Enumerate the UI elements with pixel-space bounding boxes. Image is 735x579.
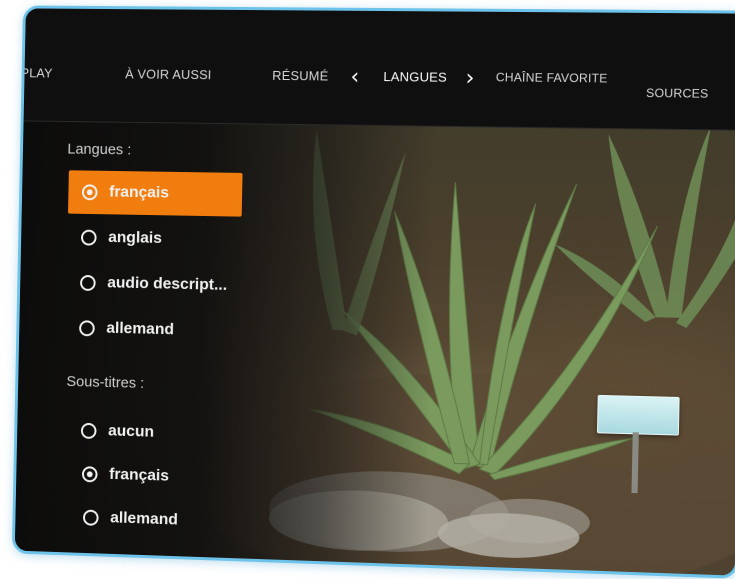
radio-checked-icon bbox=[81, 466, 98, 483]
option-label: aucun bbox=[107, 422, 155, 441]
audio-option-audio-description[interactable]: audio descript... bbox=[66, 261, 241, 308]
option-label: français bbox=[108, 183, 170, 202]
audio-option-allemand[interactable]: allemand bbox=[65, 306, 240, 354]
subtitle-option-allemand[interactable]: allemand bbox=[69, 495, 244, 544]
option-label: allemand bbox=[106, 319, 175, 339]
nav-langues[interactable]: LANGUES bbox=[383, 69, 447, 85]
nav-resume[interactable]: RÉSUMÉ bbox=[272, 68, 329, 84]
tv-screen: PLAY À VOIR AUSSI RÉSUMÉ ‹ LANGUES › CHA… bbox=[11, 5, 735, 579]
languages-heading: Langues : bbox=[67, 140, 132, 159]
audio-option-francais[interactable]: français bbox=[68, 170, 243, 217]
subtitle-option-aucun[interactable]: aucun bbox=[67, 409, 242, 457]
radio-unchecked-icon bbox=[80, 229, 97, 246]
chevron-left-icon[interactable]: ‹ bbox=[350, 65, 359, 90]
plant-label-stick bbox=[631, 432, 639, 494]
subtitle-option-francais[interactable]: français bbox=[68, 452, 243, 501]
radio-unchecked-icon bbox=[80, 422, 97, 439]
option-label: anglais bbox=[108, 229, 163, 247]
radio-unchecked-icon bbox=[79, 274, 96, 292]
option-label: audio descript... bbox=[107, 274, 228, 294]
nav-play[interactable]: PLAY bbox=[21, 65, 53, 80]
radio-unchecked-icon bbox=[79, 320, 95, 337]
subtitles-heading: Sous-titres : bbox=[66, 373, 145, 392]
chevron-right-icon[interactable]: › bbox=[465, 66, 474, 91]
audio-option-anglais[interactable]: anglais bbox=[67, 216, 242, 263]
plant-label-sign bbox=[596, 394, 680, 436]
nav-sources[interactable]: SOURCES bbox=[646, 86, 709, 101]
radio-checked-icon bbox=[81, 184, 98, 201]
option-label: français bbox=[108, 466, 170, 485]
radio-unchecked-icon bbox=[82, 509, 99, 526]
top-navigation: PLAY À VOIR AUSSI RÉSUMÉ ‹ LANGUES › CHA… bbox=[21, 8, 735, 131]
nav-a-voir-aussi[interactable]: À VOIR AUSSI bbox=[125, 66, 212, 82]
nav-chaine-favorite[interactable]: CHAÎNE FAVORITE bbox=[496, 70, 608, 85]
option-label: allemand bbox=[110, 509, 178, 529]
